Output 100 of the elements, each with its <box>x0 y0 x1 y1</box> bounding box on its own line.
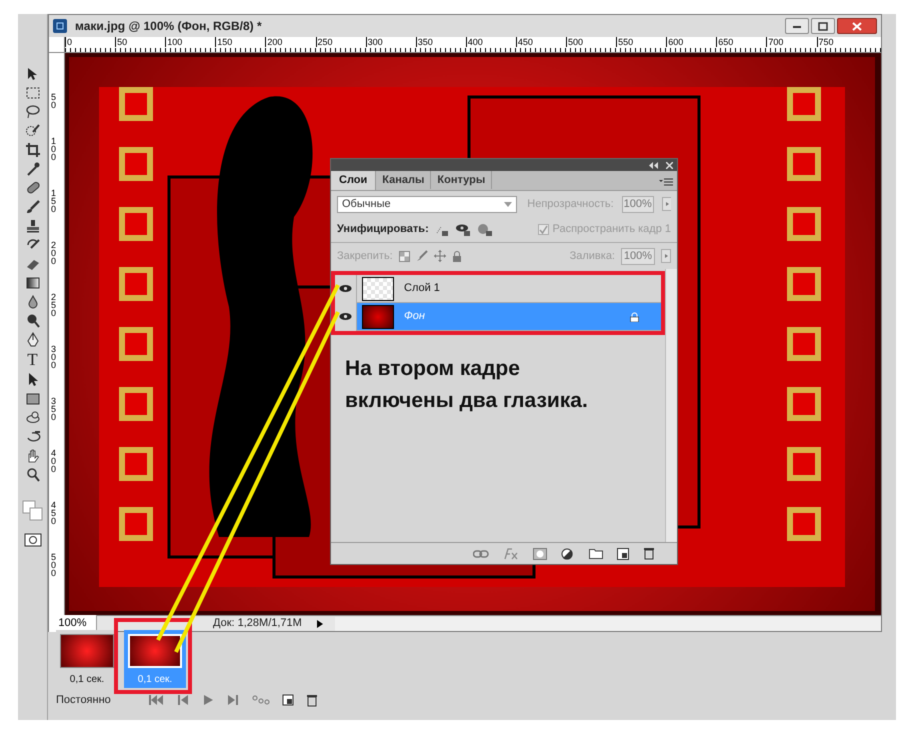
rotate-icon[interactable] <box>24 410 40 426</box>
trash-icon[interactable] <box>643 547 655 560</box>
dodge-icon[interactable] <box>24 313 40 329</box>
first-frame-icon[interactable] <box>148 694 164 706</box>
annotation-text: На втором кадре включены два глазика. <box>345 356 589 414</box>
adjustment-icon[interactable] <box>561 548 575 560</box>
gradient-icon[interactable] <box>24 275 40 291</box>
close-icon <box>852 22 862 30</box>
ruler-label: 50 <box>115 37 128 47</box>
pen-icon[interactable] <box>24 332 40 348</box>
ruler-label: 550 <box>616 37 634 47</box>
ruler-label: 300 <box>366 37 383 47</box>
loop-options-dropdown[interactable]: Постоянно <box>56 692 136 708</box>
frame-delay[interactable]: 0,1 сек. <box>70 672 104 687</box>
unify-visibility-icon[interactable] <box>454 222 471 236</box>
fill-label: Заливка: <box>570 248 615 264</box>
blend-mode-dropdown[interactable]: Обычные <box>337 196 518 212</box>
square-frame <box>119 87 153 121</box>
transparent-thumbnail <box>362 276 394 300</box>
eyedropper-icon[interactable] <box>24 161 40 177</box>
previous-frame-icon[interactable] <box>176 694 190 706</box>
color-swatches[interactable] <box>22 500 44 522</box>
zoom-icon[interactable] <box>24 467 40 483</box>
folder-icon[interactable] <box>589 548 603 559</box>
ruler-label: 150 <box>215 37 232 47</box>
layer-row[interactable]: Слой 1 <box>335 275 661 303</box>
horizontal-scrollbar[interactable] <box>335 616 881 630</box>
square-frame <box>787 267 821 301</box>
ruler-label: 0 <box>65 37 72 47</box>
new-layer-icon[interactable] <box>617 548 629 560</box>
ruler-label: 500 <box>566 37 584 47</box>
close-icon[interactable] <box>666 162 673 168</box>
ruler-label: 100 <box>165 37 182 47</box>
square-frame <box>787 387 821 421</box>
link-icon[interactable] <box>473 550 489 558</box>
stamp-icon[interactable] <box>24 218 40 234</box>
square-frame <box>787 207 821 241</box>
ruler-label: 150 <box>51 189 58 213</box>
quick-mask-icon[interactable] <box>24 533 42 547</box>
ruler-label: 350 <box>51 397 58 421</box>
lasso-icon[interactable] <box>24 104 40 120</box>
ruler-label: 750 <box>816 37 834 47</box>
ruler-label: 350 <box>416 37 433 47</box>
caret-icon[interactable] <box>662 197 671 211</box>
ruler-label: 700 <box>766 37 784 47</box>
ruler-label: 650 <box>716 37 734 47</box>
propagate-checkbox[interactable] <box>538 224 549 235</box>
unify-style-icon[interactable] <box>476 222 493 236</box>
move-icon[interactable] <box>434 250 446 262</box>
caret-icon[interactable] <box>661 249 671 263</box>
ruler-label: 450 <box>516 37 533 47</box>
ruler-label: 200 <box>51 241 58 265</box>
zoom-field[interactable]: 100% <box>49 615 97 632</box>
square-frame <box>787 147 821 181</box>
ruler-label: 200 <box>265 37 282 47</box>
panel-menu-icon[interactable] <box>659 178 673 186</box>
lock-transparency-icon[interactable] <box>398 250 410 262</box>
type-tool[interactable]: T <box>24 351 42 369</box>
eye-icon[interactable] <box>339 312 352 321</box>
propagate-label: Распространить кадр 1 <box>552 222 671 238</box>
lock-icon[interactable] <box>452 250 462 262</box>
square-frame <box>119 507 153 541</box>
quick-selection-icon[interactable] <box>24 123 40 139</box>
collapse-icon[interactable] <box>648 162 658 168</box>
marquee-icon[interactable] <box>24 85 40 101</box>
image-thumbnail <box>362 304 394 328</box>
mask-icon[interactable] <box>533 548 547 560</box>
unify-label: Унифицировать: <box>337 222 429 238</box>
crop-icon[interactable] <box>24 142 40 158</box>
panel-tab[interactable]: Слои <box>331 171 376 190</box>
square-frame <box>119 147 153 181</box>
square-frame <box>119 267 153 301</box>
tween-icon[interactable] <box>252 695 270 705</box>
ruler-label: 500 <box>51 553 58 577</box>
document-title: маки.jpg @ 100% (Фон, RGB/8) * <box>75 18 262 35</box>
square-frame <box>787 447 821 481</box>
lock-label: Закрепить: <box>337 248 393 264</box>
play-icon[interactable] <box>202 694 214 706</box>
caret-icon <box>504 202 512 206</box>
caret-icon <box>316 618 324 628</box>
document-size-info: Док: 1,28M/1,71M <box>213 616 303 632</box>
ruler-label: 450 <box>51 501 58 525</box>
close-button[interactable] <box>837 18 877 34</box>
square-frame <box>787 507 821 541</box>
minimize-button[interactable] <box>785 18 809 34</box>
maximize-button[interactable] <box>811 18 835 34</box>
eye-icon[interactable] <box>339 284 352 293</box>
square-frame <box>787 327 821 361</box>
vertical-scrollbar[interactable] <box>665 269 677 542</box>
trash-icon[interactable] <box>306 694 318 706</box>
ruler-label: 250 <box>316 37 333 47</box>
minimize-icon <box>792 23 802 29</box>
next-frame-icon[interactable] <box>226 694 240 706</box>
rectangle-icon[interactable] <box>24 391 40 407</box>
new-frame-icon[interactable] <box>282 694 294 706</box>
layer-name: Фон <box>404 309 425 324</box>
ruler-label: 50 <box>51 93 58 109</box>
brush-icon[interactable] <box>24 199 40 215</box>
frame-thumbnail <box>128 634 182 668</box>
ruler-label: 400 <box>466 37 483 47</box>
